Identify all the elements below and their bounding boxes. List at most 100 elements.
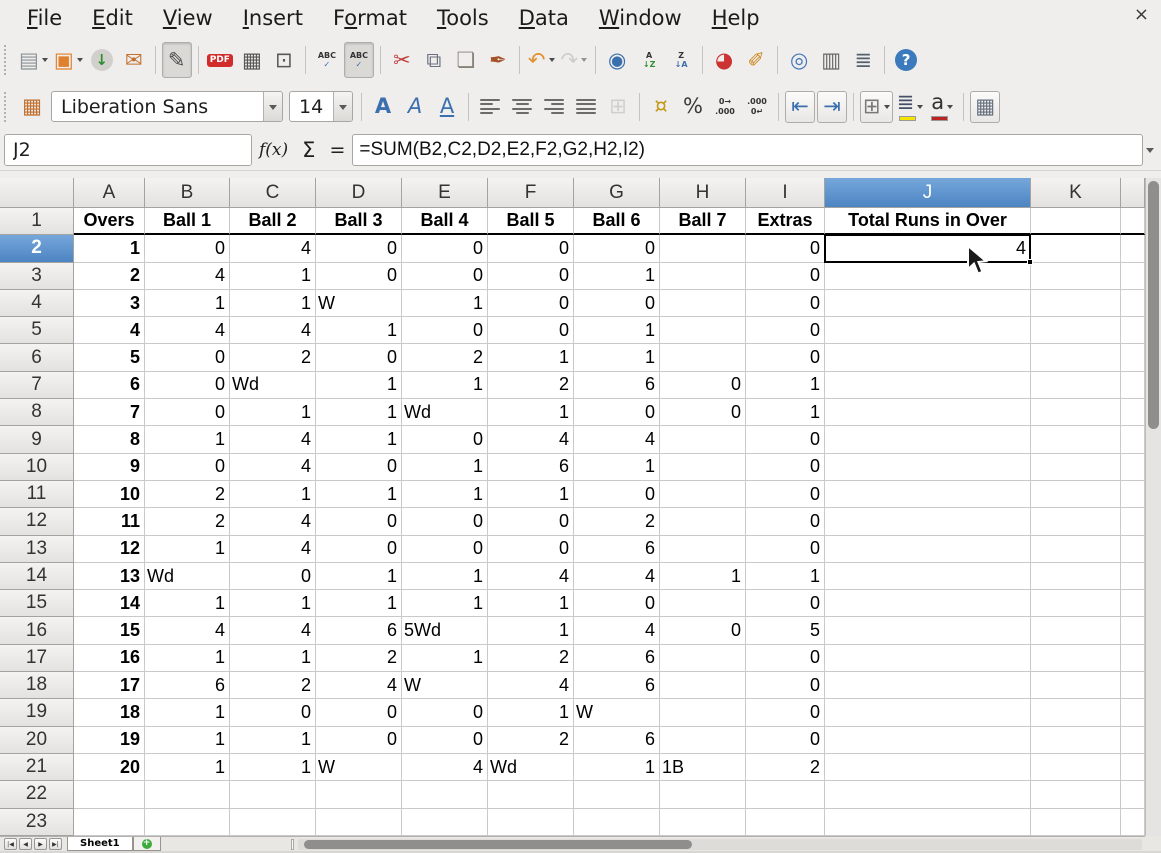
cell[interactable]: 0 — [145, 372, 230, 399]
cell[interactable]: Ball 5 — [488, 208, 574, 235]
spelling-icon[interactable]: ABC✓ — [312, 42, 342, 78]
cell[interactable]: 2 — [230, 344, 316, 371]
cell[interactable]: 0 — [145, 399, 230, 426]
cell[interactable] — [1121, 754, 1145, 781]
row-header-19[interactable]: 19 — [0, 699, 74, 726]
cell[interactable] — [1121, 645, 1145, 672]
cell[interactable]: 4 — [574, 563, 660, 590]
row-header-7[interactable]: 7 — [0, 372, 74, 399]
font-name-combo[interactable]: Liberation Sans — [51, 91, 283, 122]
cell[interactable]: 0 — [746, 317, 825, 344]
cell[interactable] — [145, 809, 230, 836]
cell[interactable] — [1031, 809, 1121, 836]
cell[interactable]: 0 — [746, 481, 825, 508]
cell[interactable]: Wd — [488, 754, 574, 781]
cell[interactable]: 0 — [316, 536, 402, 563]
cell[interactable]: Extras — [746, 208, 825, 235]
cell[interactable]: 0 — [316, 727, 402, 754]
column-header-e[interactable]: E — [402, 178, 488, 208]
cell[interactable] — [825, 563, 1031, 590]
cell[interactable]: 1 — [230, 590, 316, 617]
cell[interactable] — [1031, 781, 1121, 808]
cell[interactable]: 2 — [145, 508, 230, 535]
cell[interactable]: 0 — [316, 454, 402, 481]
edit-mode-icon[interactable]: ✎ — [162, 42, 192, 78]
cell[interactable] — [1121, 426, 1145, 453]
cell[interactable]: 0 — [746, 290, 825, 317]
cell[interactable]: 1 — [230, 645, 316, 672]
undo-icon[interactable]: ↶ — [526, 42, 557, 78]
cell[interactable]: W — [574, 699, 660, 726]
cell[interactable] — [1121, 563, 1145, 590]
cell[interactable]: 1 — [230, 290, 316, 317]
save-icon[interactable]: ↓ — [87, 42, 117, 78]
cell[interactable]: 2 — [145, 481, 230, 508]
cell[interactable]: 3 — [74, 290, 145, 317]
copy-icon[interactable]: ⧉ — [419, 42, 449, 78]
cell[interactable]: 4 — [574, 617, 660, 644]
row-header-2[interactable]: 2 — [0, 235, 74, 262]
row-header-23[interactable]: 23 — [0, 809, 74, 836]
cell[interactable] — [1121, 617, 1145, 644]
cell[interactable] — [825, 672, 1031, 699]
cell[interactable] — [1031, 454, 1121, 481]
cell[interactable]: 1 — [230, 399, 316, 426]
cell[interactable] — [825, 508, 1031, 535]
cell[interactable] — [746, 781, 825, 808]
cell[interactable]: 0 — [145, 454, 230, 481]
column-header-h[interactable]: H — [660, 178, 746, 208]
cell[interactable]: 0 — [488, 235, 574, 262]
cell[interactable] — [1121, 344, 1145, 371]
cell[interactable]: 0 — [746, 645, 825, 672]
cell[interactable]: 0 — [402, 727, 488, 754]
cell[interactable] — [660, 263, 746, 290]
cell[interactable]: 6 — [574, 536, 660, 563]
cell[interactable] — [1031, 235, 1121, 262]
gallery-icon[interactable]: ▥ — [816, 42, 846, 78]
cell[interactable] — [1031, 508, 1121, 535]
italic-icon[interactable]: A — [400, 89, 430, 125]
cell[interactable] — [316, 781, 402, 808]
cell[interactable] — [660, 344, 746, 371]
styles-icon[interactable]: ▦ — [17, 89, 47, 125]
cell[interactable] — [825, 372, 1031, 399]
equals-icon[interactable]: = — [322, 139, 352, 161]
cell[interactable] — [74, 809, 145, 836]
cell[interactable]: Wd — [402, 399, 488, 426]
cell[interactable] — [825, 617, 1031, 644]
sum-icon[interactable]: Σ — [295, 138, 322, 162]
cell[interactable]: 2 — [488, 727, 574, 754]
row-header-4[interactable]: 4 — [0, 290, 74, 317]
cell[interactable] — [1121, 672, 1145, 699]
cell[interactable] — [574, 809, 660, 836]
toolbar-drag-handle[interactable] — [4, 92, 10, 122]
cell[interactable]: 1 — [488, 344, 574, 371]
cell[interactable]: 4 — [825, 235, 1031, 262]
cell[interactable]: 10 — [74, 481, 145, 508]
cell[interactable]: 1 — [145, 290, 230, 317]
cell[interactable]: 0 — [746, 672, 825, 699]
cell[interactable]: 6 — [574, 372, 660, 399]
cell[interactable]: 1B — [660, 754, 746, 781]
row-header-13[interactable]: 13 — [0, 536, 74, 563]
cell[interactable]: 0 — [746, 454, 825, 481]
cell[interactable] — [1031, 563, 1121, 590]
underline-icon[interactable]: A — [432, 89, 462, 125]
print-preview-icon[interactable]: ⊡ — [269, 42, 299, 78]
font-color-icon[interactable]: a — [927, 89, 957, 125]
close-icon[interactable]: × — [1134, 6, 1149, 24]
cell[interactable]: 6 — [574, 645, 660, 672]
cell[interactable] — [145, 781, 230, 808]
row-header-12[interactable]: 12 — [0, 508, 74, 535]
cell[interactable] — [825, 481, 1031, 508]
new-document-icon[interactable]: ▤ — [17, 42, 50, 78]
cell[interactable]: 0 — [660, 617, 746, 644]
cell[interactable]: 4 — [145, 617, 230, 644]
row-header-17[interactable]: 17 — [0, 645, 74, 672]
cell[interactable] — [825, 426, 1031, 453]
cell[interactable]: 4 — [230, 454, 316, 481]
cut-icon[interactable]: ✂ — [387, 42, 417, 78]
menu-data[interactable]: Data — [504, 3, 584, 33]
cell[interactable]: 11 — [74, 508, 145, 535]
cell[interactable]: 0 — [574, 235, 660, 262]
